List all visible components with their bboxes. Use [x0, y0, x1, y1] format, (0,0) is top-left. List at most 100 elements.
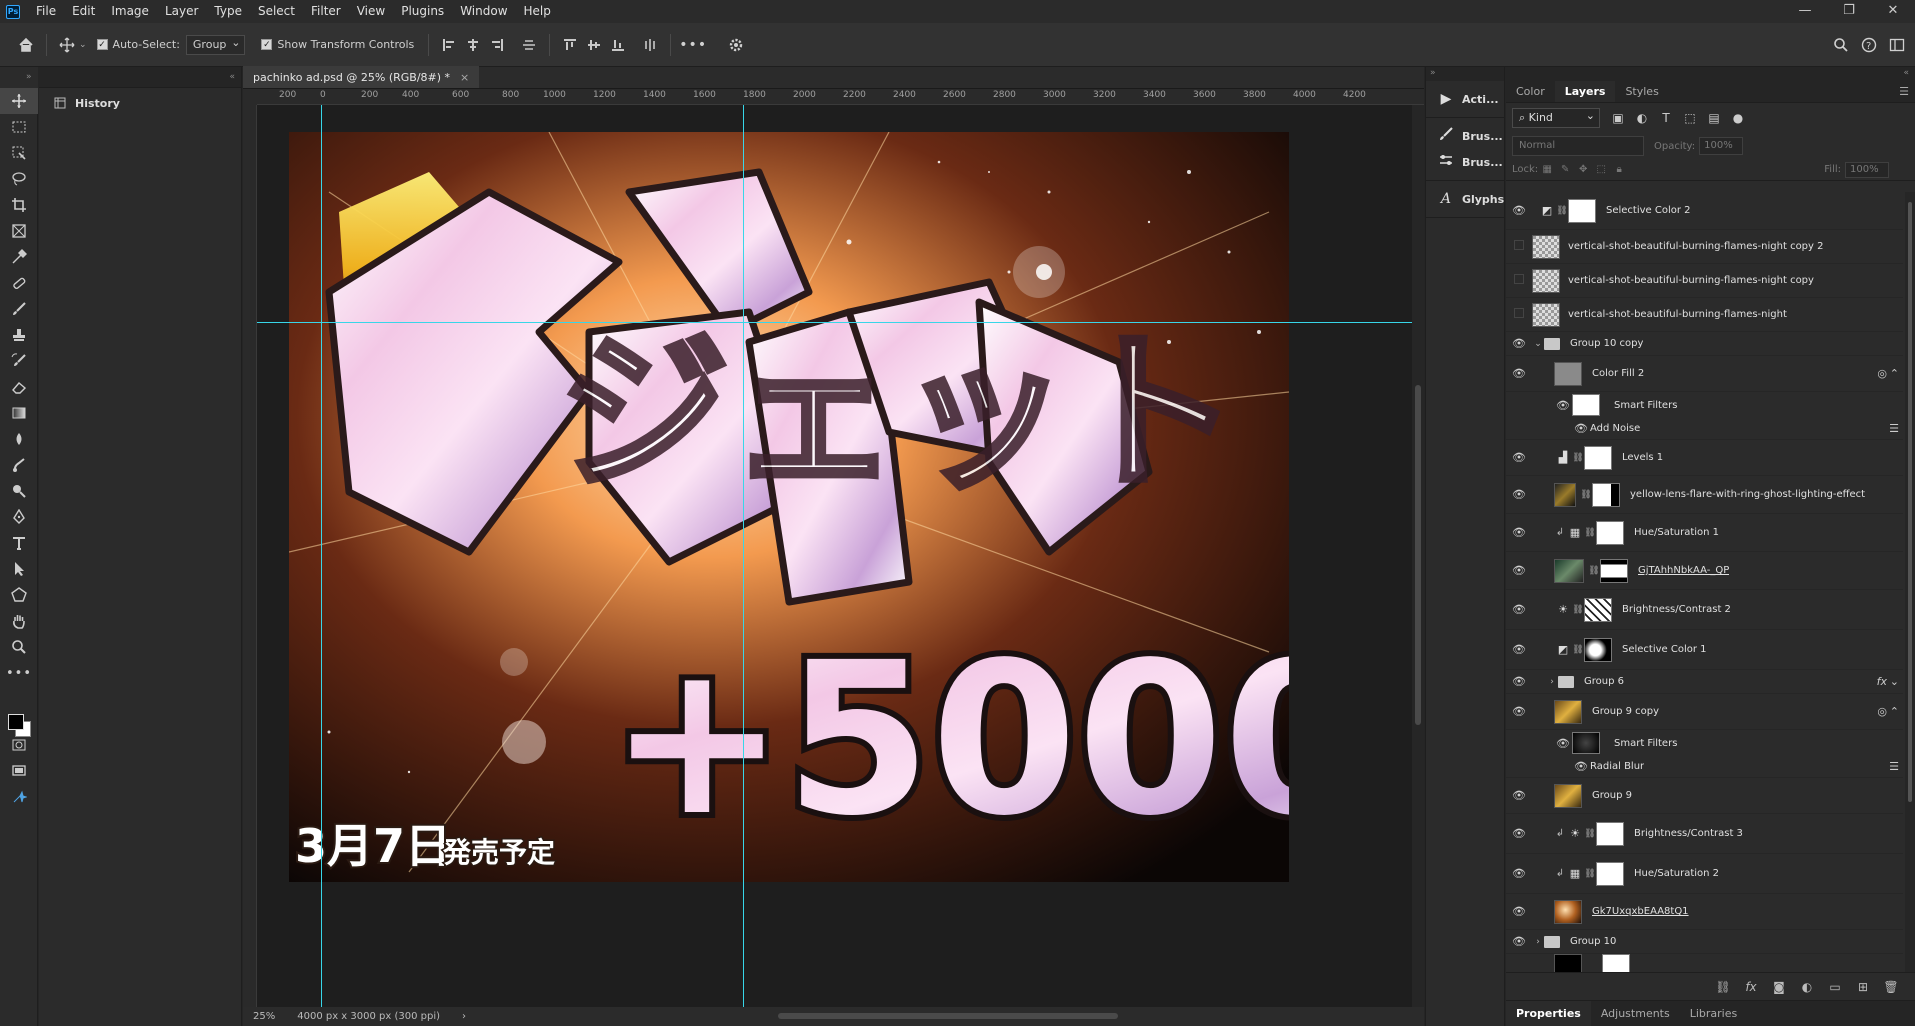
layer-mask-thumbnail[interactable]	[1596, 861, 1624, 886]
menu-help[interactable]: Help	[516, 0, 559, 23]
layer-name[interactable]: Radial Blur	[1590, 761, 1644, 772]
visibility-toggle-empty[interactable]	[1506, 274, 1532, 287]
tool-preset-chevron-icon[interactable]: ⌄	[79, 40, 87, 50]
visibility-eye-icon[interactable]: 👁︎	[1506, 789, 1532, 802]
menu-layer[interactable]: Layer	[157, 0, 206, 23]
history-tab[interactable]: History	[39, 88, 241, 110]
layer-name[interactable]: Smart Filters	[1614, 400, 1677, 411]
layer-row[interactable]: 👁︎ ↲ ▦ ⛓︎ Hue/Saturation 2	[1506, 854, 1903, 894]
smart-filters-row[interactable]: 👁︎ Smart Filters	[1506, 730, 1903, 756]
layer-group-row[interactable]: 👁︎ › Group 6 fx ⌄	[1506, 670, 1903, 694]
visibility-eye-icon[interactable]: 👁︎	[1506, 643, 1532, 656]
toolbar-collapse-icon[interactable]: »	[0, 67, 38, 88]
menu-select[interactable]: Select	[250, 0, 303, 23]
move-tool-icon[interactable]	[55, 33, 79, 57]
layer-row-partial[interactable]	[1506, 953, 1903, 972]
visibility-toggle-empty[interactable]	[1506, 308, 1532, 321]
filter-toggle-icon[interactable]: ●	[1726, 111, 1750, 125]
layer-name[interactable]: Selective Color 2	[1606, 205, 1691, 216]
actions-panel-button[interactable]: ▶ Acti...	[1426, 86, 1504, 112]
type-tool-button[interactable]	[0, 530, 38, 556]
layer-mask-thumbnail[interactable]	[1592, 482, 1620, 507]
fill-input[interactable]: 100%	[1845, 161, 1889, 178]
layer-row[interactable]: 👁︎ ↲ ▦ ⛓︎ Hue/Saturation 1	[1506, 514, 1903, 552]
layer-name[interactable]: vertical-shot-beautiful-burning-flames-n…	[1568, 309, 1787, 320]
visibility-eye-icon[interactable]: 👁︎	[1554, 737, 1572, 750]
move-tool-button[interactable]	[0, 88, 38, 114]
panel-menu-icon[interactable]: ☰	[1899, 85, 1909, 98]
menu-filter[interactable]: Filter	[303, 0, 349, 23]
object-selection-tool-button[interactable]	[0, 140, 38, 166]
menu-image[interactable]: Image	[103, 0, 157, 23]
layer-row[interactable]: 👁︎ Group 9	[1506, 778, 1903, 814]
path-selection-tool-button[interactable]	[0, 556, 38, 582]
lock-all-icon[interactable]: 🔒︎	[1610, 164, 1628, 175]
distribute-icon[interactable]	[517, 33, 541, 57]
hand-tool-button[interactable]	[0, 608, 38, 634]
zoom-level[interactable]: 25%	[253, 1011, 275, 1022]
opacity-input[interactable]: 100%	[1699, 137, 1744, 155]
healing-brush-tool-button[interactable]	[0, 270, 38, 296]
layer-mask-thumbnail[interactable]	[1596, 821, 1624, 846]
layer-name[interactable]: Group 10 copy	[1570, 338, 1643, 349]
distribute-vertical-icon[interactable]	[638, 33, 662, 57]
layer-row[interactable]: vertical-shot-beautiful-burning-flames-n…	[1506, 264, 1903, 298]
mask-link-icon[interactable]: ⛓︎	[1584, 829, 1596, 839]
layer-row[interactable]: vertical-shot-beautiful-burning-flames-n…	[1506, 298, 1903, 332]
layer-row[interactable]: vertical-shot-beautiful-burning-flames-n…	[1506, 230, 1903, 264]
status-info-arrow-icon[interactable]: ›	[462, 1011, 466, 1022]
layer-name[interactable]: Brightness/Contrast 3	[1634, 828, 1743, 839]
group-expand-chevron-icon[interactable]: ⌄	[1532, 339, 1544, 349]
auto-select-dropdown[interactable]: Group	[185, 34, 246, 55]
align-right-icon[interactable]	[485, 33, 509, 57]
ruler-corner[interactable]	[243, 89, 257, 105]
menu-plugins[interactable]: Plugins	[393, 0, 452, 23]
lasso-tool-button[interactable]	[0, 166, 38, 192]
tab-color[interactable]: Color	[1506, 81, 1555, 102]
visibility-toggle-empty[interactable]	[1506, 240, 1532, 253]
home-icon[interactable]	[14, 33, 38, 57]
layer-name[interactable]: yellow-lens-flare-with-ring-ghost-lighti…	[1630, 489, 1865, 500]
filter-mask-thumbnail[interactable]	[1572, 394, 1600, 416]
new-layer-icon[interactable]: ⊞	[1849, 980, 1877, 994]
collapse-effects-icon[interactable]: ⌃	[1890, 705, 1899, 718]
filter-type-icon[interactable]: T	[1654, 111, 1678, 125]
new-adjustment-layer-icon[interactable]: ◐	[1793, 980, 1821, 994]
layer-name[interactable]: Color Fill 2	[1592, 368, 1644, 379]
align-top-icon[interactable]	[558, 33, 582, 57]
menu-edit[interactable]: Edit	[64, 0, 103, 23]
brushes-panel-button[interactable]: Brus...	[1426, 123, 1504, 149]
layer-row[interactable]: 👁︎ ◩ ⛓︎ Selective Color 1	[1506, 630, 1903, 670]
close-document-icon[interactable]: ×	[460, 71, 469, 84]
eyedropper-tool-button[interactable]	[0, 244, 38, 270]
align-middle-v-icon[interactable]	[582, 33, 606, 57]
layer-name[interactable]: vertical-shot-beautiful-burning-flames-n…	[1568, 241, 1824, 252]
layer-mask-thumbnail[interactable]	[1568, 198, 1596, 223]
layer-name[interactable]: Levels 1	[1622, 452, 1663, 463]
layer-mask-thumbnail[interactable]	[1584, 637, 1612, 662]
group-collapsed-chevron-icon[interactable]: ›	[1532, 937, 1544, 947]
align-center-h-icon[interactable]	[461, 33, 485, 57]
layer-mask-thumbnail[interactable]	[1602, 953, 1630, 972]
layers-scroll-thumb[interactable]	[1908, 202, 1912, 802]
layer-mask-thumbnail[interactable]	[1584, 445, 1612, 470]
workspace-icon[interactable]	[1885, 33, 1909, 57]
layer-name[interactable]: Gk7UxqxbEAA8tQ1	[1592, 906, 1689, 917]
tab-layers[interactable]: Layers	[1554, 81, 1616, 102]
mask-link-icon[interactable]: ⛓︎	[1572, 453, 1584, 463]
menu-view[interactable]: View	[349, 0, 393, 23]
edit-toolbar-icon[interactable]: •••	[0, 660, 38, 686]
align-bottom-icon[interactable]	[606, 33, 630, 57]
filter-mask-thumbnail[interactable]	[1572, 732, 1600, 754]
filter-smart-object-icon[interactable]: ▤	[1702, 111, 1726, 125]
collapse-effects-icon[interactable]: ⌃	[1890, 367, 1899, 380]
layer-group-row[interactable]: 👁︎ ⌄ Group 10 copy	[1506, 332, 1903, 356]
vertical-scrollbar[interactable]	[1412, 105, 1424, 1007]
layer-name[interactable]: Group 6	[1584, 676, 1624, 687]
delete-layer-trash-icon[interactable]: 🗑︎	[1877, 980, 1905, 994]
lock-artboard-icon[interactable]: ⬚	[1592, 164, 1610, 175]
guide-vertical-2[interactable]	[743, 105, 744, 1007]
lock-position-icon[interactable]: ✥	[1574, 164, 1592, 175]
frame-tool-button[interactable]	[0, 218, 38, 244]
mask-link-icon[interactable]: ⛓︎	[1584, 528, 1596, 538]
